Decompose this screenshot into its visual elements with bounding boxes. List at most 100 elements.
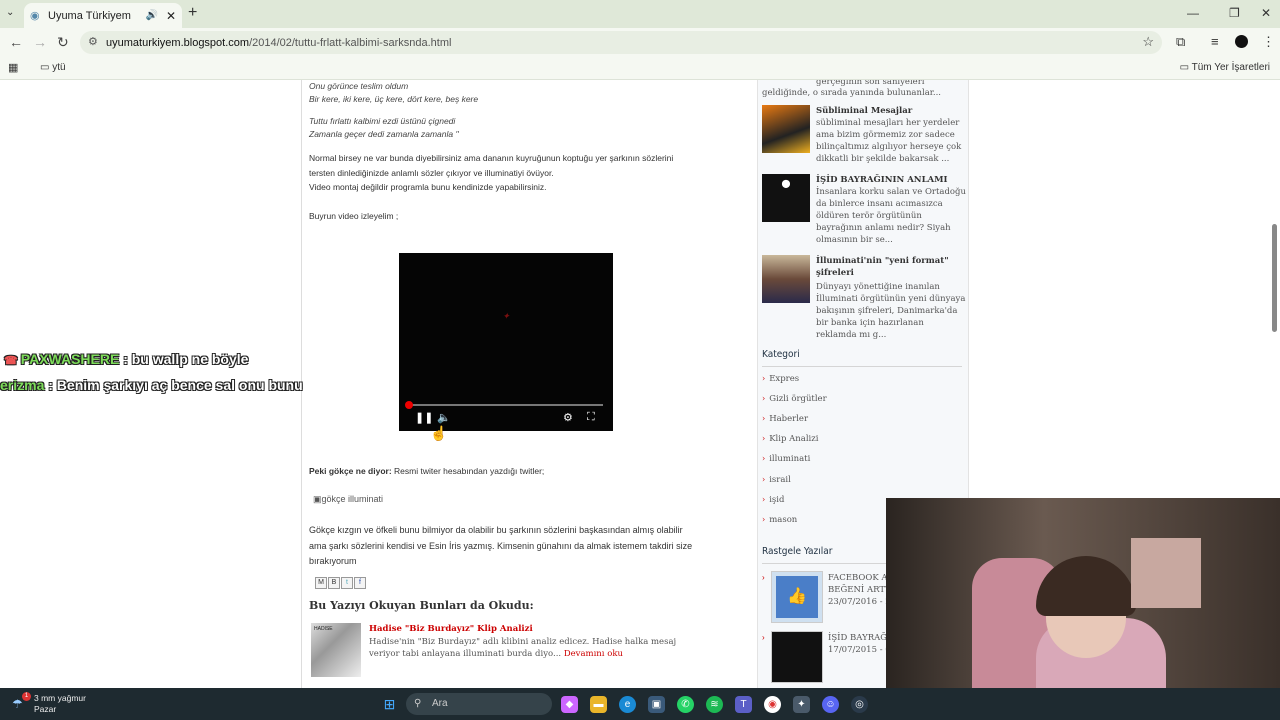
isid-thumbnail[interactable] [771, 631, 823, 683]
twitter-share-icon[interactable]: t [341, 577, 353, 589]
windows-start-icon[interactable]: ⊞ [381, 696, 398, 713]
extensions-icon[interactable]: ⧉ [1176, 34, 1185, 50]
forward-icon[interactable]: → [33, 34, 47, 50]
site-info-icon[interactable]: ⚙ [88, 35, 98, 48]
lyric-line: Bir kere, iki kere, üç kere, dört kere, … [309, 94, 479, 104]
bookmark-folder-ytu[interactable]: ▭ ytü [40, 62, 66, 73]
obs-icon[interactable]: ◎ [851, 696, 868, 713]
category-item[interactable]: › Klip Analizi [762, 434, 818, 444]
chat-message: ☎ PAXWASHERE : bu wallp ne böyle [4, 351, 248, 367]
facebook-share-icon[interactable]: f [354, 577, 366, 589]
question-bold: Peki gökçe ne diyor: [309, 466, 392, 476]
sidebar-post-title[interactable]: İlluminati'nin "yeni format" şifreleri [816, 255, 966, 279]
pause-icon[interactable]: ❚❚ [415, 411, 433, 424]
random-post-title[interactable]: İŞİD BAYRAĞI [828, 632, 888, 644]
teams-icon[interactable]: T [735, 696, 752, 713]
search-placeholder: Ara [432, 698, 448, 709]
copilot-icon[interactable]: ◆ [561, 696, 578, 713]
image-alt-text: gökçe illuminati [321, 494, 384, 504]
address-bar[interactable]: ⚙ uyumaturkiyem.blogspot.com/2014/02/tut… [80, 31, 1162, 54]
facebook-thumbnail[interactable]: 👍 [771, 571, 823, 623]
fullscreen-icon[interactable]: ⛶ [587, 411, 595, 424]
video-frame-logo: ✦ [502, 311, 510, 321]
weather-widget[interactable]: 3 mm yağmur Pazar [34, 693, 86, 715]
arrow-icon: › [762, 573, 765, 582]
page-scrollbar[interactable] [1272, 224, 1277, 332]
category-label: illuminati [769, 454, 811, 464]
category-item[interactable]: › Expres [762, 374, 799, 384]
search-icon: ⚲ [414, 698, 422, 709]
spotify-icon[interactable]: ≋ [706, 696, 723, 713]
category-item[interactable]: › illuminati [762, 454, 810, 464]
discord-icon[interactable]: ☺ [822, 696, 839, 713]
bookmark-folder-label: ytü [52, 62, 66, 73]
media-icon[interactable]: ≡ [1211, 34, 1219, 49]
all-bookmarks[interactable]: ▭ Tüm Yer İşaretleri [1180, 62, 1270, 73]
sidebar-post-snippet-text: Dünyayı yönettiğine inanılan İlluminati … [816, 282, 966, 340]
related-title-link[interactable]: Hadise "Biz Burdayız" Klip Analizi [369, 623, 699, 636]
lyrics-block-a: Onu görünce teslim oldum Bir kere, iki k… [309, 80, 478, 106]
subliminal-thumbnail[interactable] [762, 105, 810, 153]
file-explorer-icon[interactable]: ▬ [590, 696, 607, 713]
arrow-icon: › [762, 374, 766, 383]
chrome-icon[interactable]: ◉ [764, 696, 781, 713]
close-window-icon[interactable]: ✕ [1261, 6, 1271, 20]
read-more-link[interactable]: Devamını oku [564, 649, 623, 659]
category-item[interactable]: › işid [762, 495, 784, 505]
category-label: Klip Analizi [769, 434, 819, 444]
thumb-label: HADISE [314, 626, 333, 632]
windows-taskbar: ☂ 1 3 mm yağmur Pazar ⊞ ⚲ Ara ◆ ▬ e ▣ ✆ ≋… [0, 688, 1280, 720]
random-post-date: 17/07/2015 - 0 [828, 645, 888, 655]
sidebar-post-snippet: İnsanlara korku salan ve Ortadoğu da bin… [762, 186, 966, 246]
category-label: işid [769, 495, 785, 505]
broken-image: ▣gökçe illuminati [313, 494, 383, 505]
video-progress-bar[interactable] [409, 404, 603, 406]
like-icon: 👍 [776, 576, 818, 618]
speaker-icon[interactable]: 🔊 [145, 10, 157, 21]
category-item[interactable]: › israil [762, 475, 791, 485]
post-paragraph: Video montaj değildir programla bunu ken… [309, 182, 547, 192]
random-post-title-2[interactable]: BEĞENİ ARTT [828, 584, 888, 596]
email-share-icon[interactable]: M [315, 577, 327, 589]
weather-icon[interactable]: ☂ [12, 697, 23, 711]
related-thumbnail[interactable]: HADISE [311, 623, 361, 677]
tab-active[interactable]: ◉ Uyuma Türkiyem 🔊 ✕ [24, 3, 182, 28]
new-tab-icon[interactable]: + [188, 4, 197, 22]
arrow-icon: › [762, 434, 766, 443]
whatsapp-icon[interactable]: ✆ [677, 696, 694, 713]
taskbar-search[interactable]: ⚲ Ara [406, 693, 552, 715]
store-icon[interactable]: ▣ [648, 696, 665, 713]
lyrics-block-b: Tuttu fırlattı kalbimi ezdi üstünü çigne… [309, 115, 459, 141]
arrow-icon: › [762, 495, 766, 504]
app-icon[interactable]: ✦ [793, 696, 810, 713]
blog-share-icon[interactable]: B [328, 577, 340, 589]
minimize-icon[interactable]: — [1187, 6, 1199, 20]
reload-icon[interactable]: ↻ [57, 34, 69, 51]
apps-grid-icon[interactable]: ▦ [8, 61, 18, 74]
edge-icon[interactable]: e [619, 696, 636, 713]
all-bookmarks-label: Tüm Yer İşaretleri [1191, 62, 1270, 73]
tab-search-icon[interactable]: ⌄ [6, 7, 14, 18]
chat-badge-icon: ☎ [4, 355, 21, 367]
post-paragraph-2: Gökçe kızgın ve öfkeli bunu bilmiyor da … [309, 525, 693, 566]
video-progress-knob[interactable] [405, 401, 413, 409]
random-post-title[interactable]: FACEBOOK AR [828, 572, 888, 584]
folder-icon: ▭ [40, 62, 50, 73]
settings-icon[interactable]: ⚙ [563, 411, 573, 424]
category-item[interactable]: › mason [762, 515, 797, 525]
video-player[interactable]: ✦ ❚❚ 🔈 ⚙ ⛶ [399, 253, 613, 431]
category-item[interactable]: › Gizli örgütler [762, 394, 827, 404]
video-intro: Buyrun video izleyelim ; [309, 211, 399, 221]
sidebar-post-title[interactable]: İŞİD BAYRAĞININ ANLAMI [816, 174, 966, 186]
profile-avatar[interactable] [1235, 35, 1248, 48]
sidebar-post-title[interactable]: Sübliminal Mesajlar [816, 105, 966, 117]
menu-icon[interactable]: ⋮ [1262, 34, 1275, 50]
back-icon[interactable]: ← [9, 34, 23, 50]
close-tab-icon[interactable]: ✕ [166, 9, 176, 23]
bookmark-star-icon[interactable]: ☆ [1142, 34, 1154, 50]
restore-icon[interactable]: ❐ [1229, 6, 1240, 20]
kategori-heading: Kategori [762, 349, 800, 360]
volume-icon[interactable]: 🔈 [437, 411, 451, 424]
category-label: Gizli örgütler [769, 394, 827, 404]
category-item[interactable]: › Haberler [762, 414, 808, 424]
